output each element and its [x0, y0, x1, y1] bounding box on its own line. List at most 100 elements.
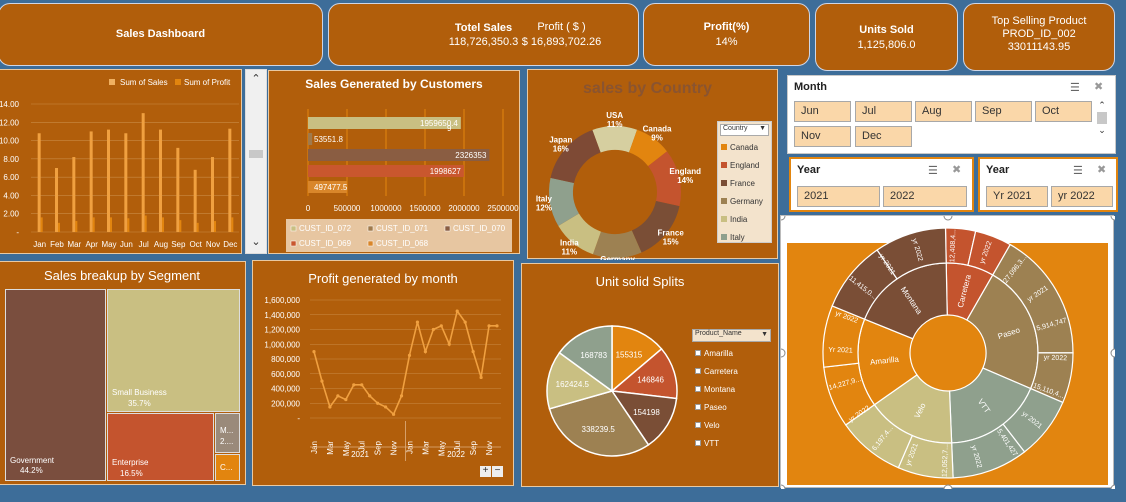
scroll-thumb[interactable]	[1097, 112, 1107, 124]
country-legend-item[interactable]: Canada	[721, 138, 771, 156]
legend-label: CUST_ID_069	[299, 239, 352, 248]
month-item-jul[interactable]: Jul	[855, 101, 912, 122]
expand-button[interactable]: +	[480, 466, 491, 477]
y-tick-label: -	[16, 228, 19, 237]
profit-line	[313, 309, 497, 416]
scroll-up-icon[interactable]: ⌃	[1095, 100, 1109, 111]
month-item-aug[interactable]: Aug	[915, 101, 972, 122]
scroll-up-icon[interactable]: ⌃	[248, 72, 264, 88]
country-filter-dropdown[interactable]: Country ▼	[720, 124, 769, 136]
dropdown-arrow-icon[interactable]: ▼	[761, 331, 768, 338]
units-legend-item[interactable]: Paseo	[695, 398, 775, 416]
year-item-2021[interactable]: 2021	[797, 186, 880, 207]
dropdown-arrow-icon[interactable]: ▼	[759, 125, 766, 132]
legend-swatch	[721, 198, 727, 204]
profit-bar	[162, 217, 164, 232]
treemap-enterprise[interactable]: Enterprise 16.5%	[107, 413, 214, 481]
checkbox-icon[interactable]	[695, 404, 701, 410]
profit-bar	[40, 217, 43, 232]
sunburst-outer-label: yr 2022	[1044, 354, 1068, 362]
year2-item-2022[interactable]: yr 2022	[1051, 186, 1113, 207]
scroll-down-icon[interactable]: ⌄	[1095, 125, 1109, 136]
slice-value: 155315	[616, 350, 643, 359]
multi-select-icon[interactable]: ☰	[1070, 81, 1080, 94]
scroll-down-icon[interactable]: ⌄	[248, 235, 264, 251]
multi-select-icon[interactable]: ☰	[1073, 164, 1083, 177]
legend-swatch	[444, 225, 451, 232]
x-tick-label: Nov	[485, 441, 494, 455]
treemap-small-business[interactable]: Small Business 35.7%	[107, 289, 240, 412]
month-item-sep[interactable]: Sep	[975, 101, 1032, 122]
units-legend-item[interactable]: Carretera	[695, 362, 775, 380]
units-legend-item[interactable]: Montana	[695, 380, 775, 398]
profit-line-chart: 1,600,000 1,400,000 1,200,000 1,000,000 800,…	[264, 296, 501, 461]
country-legend-item[interactable]: England	[721, 156, 771, 174]
country-legend-item[interactable]: Italy	[721, 228, 771, 246]
legend-label: CUST_ID_068	[376, 239, 429, 248]
x-tick-label: Jul	[139, 240, 149, 249]
month-item-dec[interactable]: Dec	[855, 126, 912, 147]
legend-swatch	[290, 240, 297, 247]
treemap-channel[interactable]: C...	[215, 454, 240, 481]
month-item-jun[interactable]: Jun	[794, 101, 851, 122]
x-tick-label: 2500000	[487, 204, 519, 213]
treemap-midmarket[interactable]: M... 2....	[215, 413, 240, 453]
profit-point	[391, 412, 396, 416]
country-legend-item[interactable]: Germany	[721, 192, 771, 210]
month-item-nov[interactable]: Nov	[794, 126, 851, 147]
profit-point	[407, 353, 412, 357]
resize-handle	[1110, 216, 1115, 221]
scroll-thumb[interactable]	[249, 150, 263, 158]
y-tick-label: 1,000,000	[264, 340, 300, 349]
collapse-button[interactable]: −	[492, 466, 503, 477]
sales-bar	[37, 133, 41, 232]
profit-point	[320, 379, 324, 383]
slice-value: 15%	[663, 238, 679, 247]
slice-value: 11%	[607, 120, 623, 129]
month-slicer-scrollbar[interactable]: ⌃ ⌄	[1095, 100, 1109, 150]
units-legend-item[interactable]: Amarilla	[695, 344, 775, 362]
monthly-chart-scrollbar[interactable]: ⌃ ⌄	[245, 69, 267, 254]
checkbox-icon[interactable]	[695, 440, 701, 446]
kpi-profit-amount: Profit ( $ ) $ 16,893,702.26	[485, 3, 638, 66]
kpi-value: $ 16,893,702.26	[521, 36, 602, 48]
segment-title: Sales breakup by Segment	[43, 268, 201, 283]
country-legend-item[interactable]: France	[721, 174, 771, 192]
kpi-label: Profit ( $ )	[537, 21, 586, 33]
checkbox-icon[interactable]	[695, 368, 701, 374]
clear-filter-icon[interactable]: ✖	[952, 163, 961, 176]
profit-point	[352, 383, 356, 387]
y-tick-label: 400,000	[271, 385, 300, 394]
profit-point	[328, 405, 332, 409]
checkbox-icon[interactable]	[695, 350, 701, 356]
year2-item-2021[interactable]: Yr 2021	[986, 186, 1048, 207]
customers-bar-chart: 0 500000 1000000 1500000 2000000 2500000 19596…	[286, 109, 519, 252]
units-filter-dropdown[interactable]: Product_Name ▼	[692, 329, 771, 342]
profit-point	[360, 383, 364, 387]
checkbox-icon[interactable]	[695, 386, 701, 392]
checkbox-icon[interactable]	[695, 422, 701, 428]
country-filter-label: Country	[723, 125, 748, 132]
treemap-government[interactable]: Government 44.2%	[5, 289, 106, 481]
kpi-top-product: Top Selling Product PROD_ID_002 33011143…	[963, 3, 1115, 71]
sunburst-frame[interactable]: Carretera Paseo VTT Velo Amarilla Montana yr 2…	[780, 215, 1115, 489]
legend-label: VTT	[704, 438, 720, 448]
units-legend-item[interactable]: Velo	[695, 416, 775, 434]
profit-point	[439, 324, 443, 328]
clear-filter-icon[interactable]: ✖	[1094, 80, 1103, 93]
profit-point	[384, 405, 388, 409]
x-tick-label: Mar	[67, 240, 81, 249]
legend-label: France	[730, 178, 755, 188]
x-tick-label: Mar	[326, 441, 335, 455]
sales-bar	[124, 133, 128, 232]
sunburst-chart: CarreteraPaseoVTTVeloAmarillaMontanayr 2…	[781, 216, 1115, 489]
month-item-oct[interactable]: Oct	[1035, 101, 1092, 122]
kpi-profit-pct: Profit(%) 14%	[643, 3, 810, 66]
sales-bar	[176, 147, 180, 232]
country-legend-item[interactable]: India	[721, 210, 771, 228]
multi-select-icon[interactable]: ☰	[928, 164, 938, 177]
units-legend-item[interactable]: VTT	[695, 434, 775, 452]
profit-bar	[214, 221, 216, 232]
year-item-2022[interactable]: 2022	[883, 186, 967, 207]
clear-filter-icon[interactable]: ✖	[1097, 163, 1106, 176]
